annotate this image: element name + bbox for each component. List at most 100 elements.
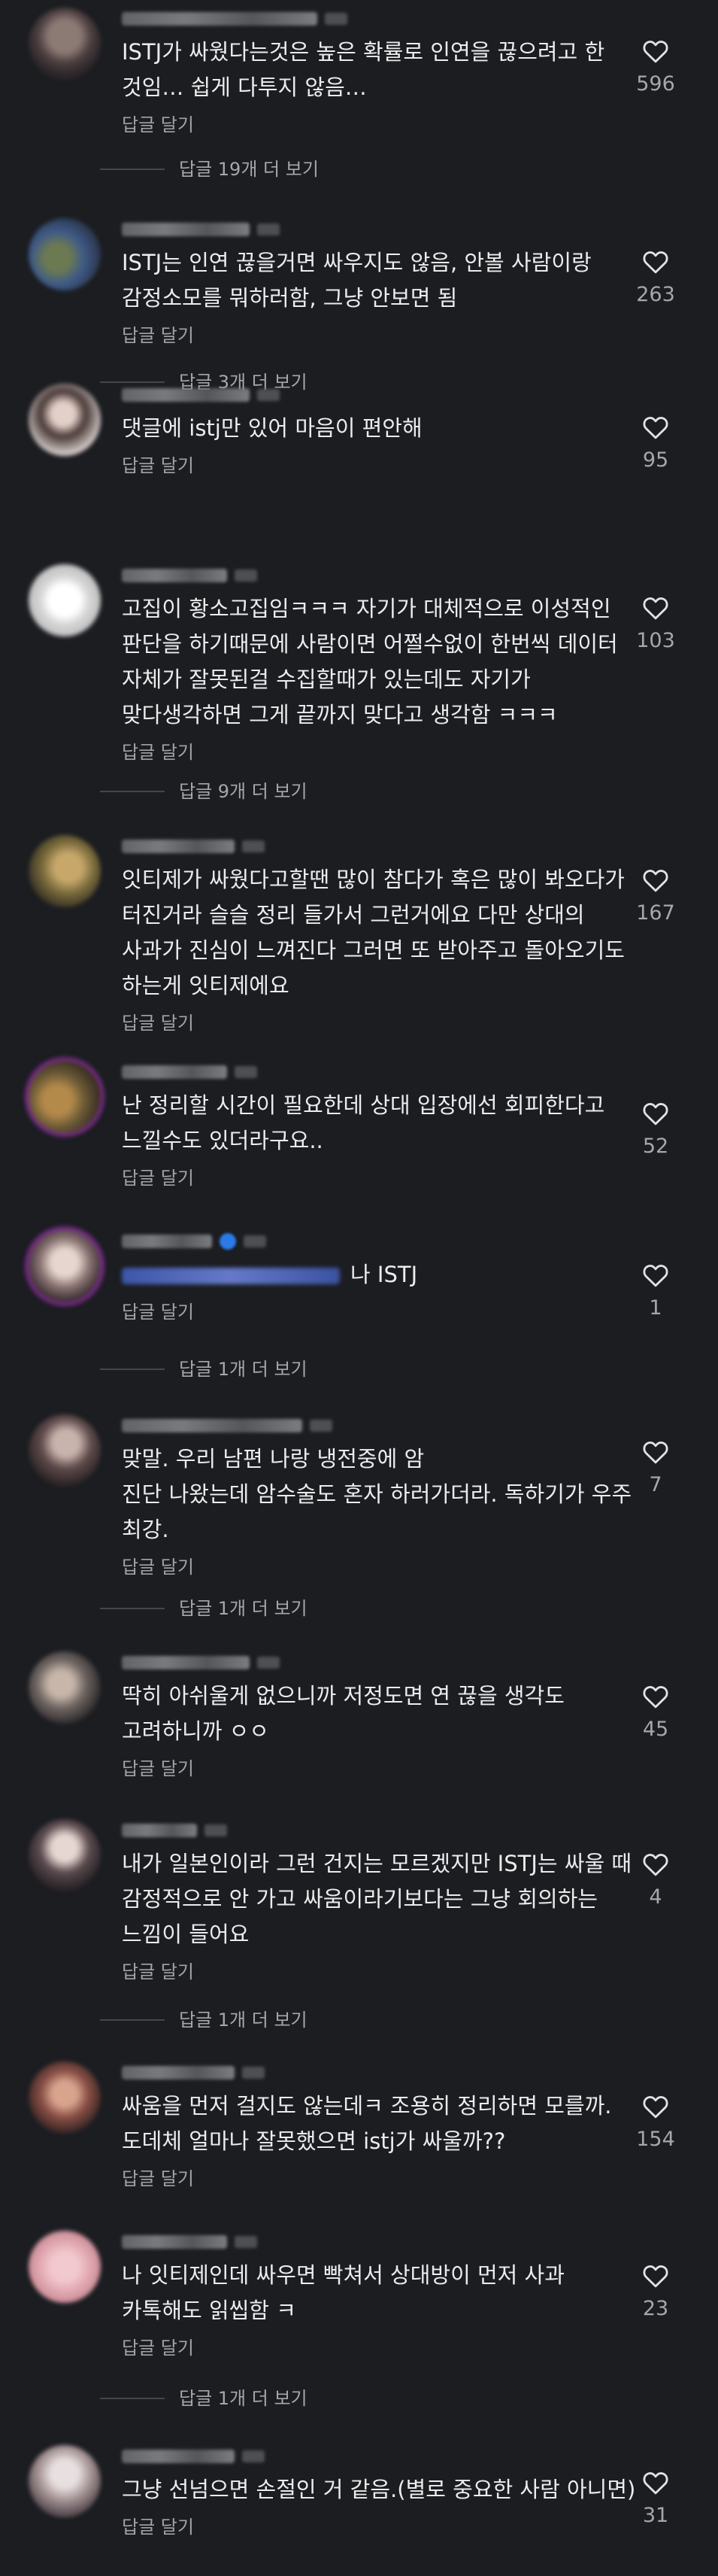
comment-text: 맞말. 우리 남편 나랑 냉전중에 암 진단 나왔는데 암수술도 혼자 하러가더라… <box>122 1446 632 1542</box>
reply-button[interactable]: 답글 달기 <box>122 1008 588 1034</box>
username[interactable] <box>122 1414 588 1437</box>
view-more-replies[interactable]: 답글 1개 더 보기 <box>0 1593 718 1624</box>
comment-text: 딱히 아쉬울게 없으니까 저정도면 연 끊을 생각도 고려하니까 ㅇㅇ <box>122 1683 565 1744</box>
avatar[interactable] <box>29 2061 101 2134</box>
comment-text: 내가 일본인이라 그런 건지는 모르겠지만 ISTJ는 싸울 때 감정적으로 안 … <box>122 1851 632 1947</box>
like-count: 7 <box>649 1473 662 1496</box>
username[interactable] <box>122 1061 588 1083</box>
reply-button[interactable]: 답글 달기 <box>122 737 588 764</box>
like-button[interactable]: 103 <box>622 593 689 652</box>
like-button[interactable]: 7 <box>622 1437 689 1496</box>
like-button[interactable]: 596 <box>622 36 689 96</box>
timestamp <box>235 2236 257 2248</box>
heart-icon <box>643 251 668 274</box>
timestamp <box>235 570 257 582</box>
like-count: 596 <box>636 72 675 96</box>
heart-icon <box>643 41 668 63</box>
avatar[interactable] <box>29 2231 101 2303</box>
username[interactable] <box>122 2061 588 2084</box>
avatar[interactable] <box>29 1414 101 1487</box>
heart-icon <box>643 597 668 620</box>
username[interactable] <box>122 2231 588 2253</box>
like-count: 31 <box>642 2504 669 2527</box>
timestamp <box>325 13 347 25</box>
reply-button[interactable]: 답글 달기 <box>122 1297 588 1323</box>
like-button[interactable]: 4 <box>622 1849 689 1909</box>
comment-text: 난 정리할 시간이 필요한데 상대 입장에선 회피한다고 느낄수도 있더라구요.. <box>122 1092 605 1153</box>
reply-button[interactable]: 답글 달기 <box>122 1754 588 1780</box>
reply-button[interactable]: 답글 달기 <box>122 2333 588 2359</box>
avatar[interactable] <box>29 218 101 290</box>
avatar[interactable] <box>29 1061 101 1133</box>
avatar[interactable] <box>29 2445 101 2517</box>
avatar[interactable] <box>29 564 101 636</box>
reply-button[interactable]: 답글 달기 <box>122 2512 588 2538</box>
like-button[interactable]: 1 <box>622 1260 689 1320</box>
reply-button[interactable]: 답글 달기 <box>122 1552 588 1578</box>
username[interactable] <box>122 564 588 587</box>
reply-button[interactable]: 답글 달기 <box>122 451 588 477</box>
view-more-replies[interactable]: 답글 1개 더 보기 <box>0 2005 718 2035</box>
timestamp <box>257 1657 280 1669</box>
like-button[interactable]: 52 <box>622 1098 689 1158</box>
timestamp <box>257 223 280 235</box>
username[interactable] <box>122 8 588 30</box>
mention-tag[interactable] <box>122 1268 340 1284</box>
like-count: 1 <box>649 1296 662 1320</box>
username[interactable] <box>122 835 588 858</box>
reply-button[interactable]: 답글 달기 <box>122 110 588 136</box>
username[interactable] <box>122 218 588 241</box>
username[interactable] <box>122 1651 588 1674</box>
heart-icon <box>643 2096 668 2119</box>
username[interactable] <box>122 2445 588 2468</box>
heart-icon <box>643 1686 668 1709</box>
heart-icon <box>643 870 668 892</box>
heart-icon <box>643 2472 668 2495</box>
like-count: 103 <box>636 629 675 652</box>
reply-button[interactable]: 답글 달기 <box>122 1163 588 1189</box>
timestamp <box>244 1235 266 1247</box>
avatar[interactable] <box>29 1230 101 1302</box>
comment-text: ISTJ가 싸웠다는것은 높은 확률로 인연을 끊으려고 한 것임… 쉽게 다투지… <box>122 39 605 100</box>
like-button[interactable]: 23 <box>622 2261 689 2320</box>
heart-icon <box>643 1103 668 1125</box>
timestamp <box>235 1066 257 1078</box>
comment-text: 고집이 황소고집임ㅋㅋㅋ 자기가 대체적으로 이성적인 판단을 하기때문에 사람이… <box>122 596 618 728</box>
verified-badge-icon <box>220 1233 236 1250</box>
avatar[interactable] <box>29 1819 101 1891</box>
like-button[interactable]: 167 <box>622 865 689 925</box>
timestamp <box>257 389 280 401</box>
avatar[interactable] <box>29 1651 101 1724</box>
view-more-replies[interactable]: 답글 19개 더 보기 <box>0 154 718 184</box>
like-button[interactable]: 31 <box>622 2468 689 2527</box>
heart-icon <box>643 1441 668 1464</box>
comment-text: 그냥 선넘으면 손절인 거 같음.(별로 중요한 사람 아니면) <box>122 2477 636 2502</box>
like-count: 95 <box>642 448 669 472</box>
view-more-replies[interactable]: 답글 1개 더 보기 <box>0 2383 718 2413</box>
timestamp <box>204 1824 227 1836</box>
like-button[interactable]: 95 <box>622 412 689 472</box>
timestamp <box>242 840 265 852</box>
comment-text: 나 잇티제인데 싸우면 빡쳐서 상대방이 먼저 사과 카톡해도 읽씹함 ㅋ <box>122 2262 565 2323</box>
reply-button[interactable]: 답글 달기 <box>122 320 588 347</box>
avatar[interactable] <box>29 8 101 80</box>
username[interactable] <box>122 384 588 406</box>
like-button[interactable]: 154 <box>622 2091 689 2151</box>
timestamp <box>310 1420 332 1432</box>
view-more-replies[interactable]: 답글 9개 더 보기 <box>0 776 718 807</box>
view-more-replies[interactable]: 답글 1개 더 보기 <box>0 1354 718 1384</box>
avatar[interactable] <box>29 384 101 456</box>
username[interactable] <box>122 1819 588 1842</box>
comment-text: 댓글에 istj만 있어 마음이 편안해 <box>122 415 423 441</box>
like-count: 154 <box>636 2128 675 2151</box>
avatar[interactable] <box>29 835 101 907</box>
reply-button[interactable]: 답글 달기 <box>122 2164 588 2190</box>
like-button[interactable]: 263 <box>622 247 689 306</box>
comment-thread: ISTJ가 싸웠다는것은 높은 확률로 인연을 끊으려고 한 것임… 쉽게 다투지… <box>0 0 718 2576</box>
username[interactable] <box>122 1230 588 1253</box>
like-button[interactable]: 45 <box>622 1681 689 1741</box>
like-count: 4 <box>649 1885 662 1909</box>
reply-button[interactable]: 답글 달기 <box>122 1957 588 1983</box>
comment-text: 잇티제가 싸웠다고할땐 많이 참다가 혹은 많이 봐오다가 터진거라 슬슬 정리 … <box>122 867 625 998</box>
comment-text: 싸움을 먼저 걸지도 않는데ㅋ 조용히 정리하면 모를까. 도데체 얼마나 잘못했… <box>122 2093 612 2154</box>
